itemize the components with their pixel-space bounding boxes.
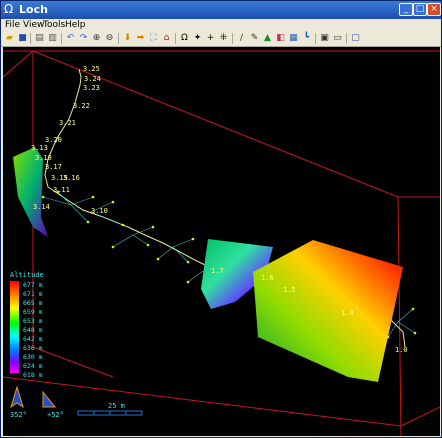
- title-bar[interactable]: Ω Loch _ □ ×: [1, 1, 441, 19]
- passage-walls: [13, 147, 403, 382]
- legend-value: 653 m: [23, 317, 43, 325]
- tilt-indicator-icon: [42, 390, 57, 408]
- station-label: 3.16: [63, 174, 80, 182]
- tilt-value: +52°: [47, 411, 64, 419]
- station-label: 1.5: [283, 286, 296, 294]
- undo-icon[interactable]: ↶: [65, 33, 76, 44]
- station-label: 3.14: [33, 203, 50, 211]
- window-title: Loch: [19, 3, 48, 16]
- loch-window: Ω Loch _ □ × File View Tools Help ▰ ■ ▤ …: [0, 0, 442, 438]
- home-icon[interactable]: ⌂: [161, 33, 172, 44]
- arrow-down-icon[interactable]: ⬇: [122, 33, 133, 44]
- zoom-in-icon[interactable]: ⊕: [91, 33, 102, 44]
- print-icon[interactable]: ▤: [34, 33, 45, 44]
- fit-icon[interactable]: ⛶: [148, 33, 159, 44]
- station-label: 3.23: [83, 84, 100, 92]
- maximize-button[interactable]: □: [413, 3, 427, 16]
- loch-app-icon: Ω: [4, 2, 14, 16]
- toolbar: ▰ ■ ▤ ▥ ↶ ↷ ⊕ ⊖ ⬇ ➡ ⛶ ⌂ Ω ✦ + ⁜ / ✎ ▲ ◧ …: [1, 32, 441, 47]
- station-label: 3.25: [83, 65, 100, 73]
- station-label: 3.20: [45, 136, 62, 144]
- terrain-icon[interactable]: ▲: [262, 33, 273, 44]
- menu-view[interactable]: View: [23, 20, 44, 30]
- legend-value: 624 m: [23, 362, 43, 370]
- cave-survey-render: 3.25 3.24 3.23 3.22 3.21 3.20 3.13 3.18 …: [3, 50, 440, 436]
- print-preview-icon[interactable]: ▥: [47, 33, 58, 44]
- legend-title: Altitude: [10, 271, 44, 279]
- legend-value: 659 m: [23, 308, 43, 316]
- legend-value: 665 m: [23, 299, 43, 307]
- compass-arrow-icon: [10, 385, 24, 409]
- arrow-right-icon[interactable]: ➡: [135, 33, 146, 44]
- open-icon[interactable]: ▰: [4, 33, 15, 44]
- measure-icon[interactable]: ⁜: [218, 33, 229, 44]
- info-icon[interactable]: ▭: [332, 33, 343, 44]
- station-label: 3.21: [59, 119, 76, 127]
- legend-value: 618 m: [23, 371, 43, 379]
- legend-value: 636 m: [23, 344, 43, 352]
- station-label: 1.6: [261, 274, 274, 282]
- color-icon[interactable]: ◧: [275, 33, 286, 44]
- menu-help[interactable]: Help: [65, 20, 86, 30]
- station-label: 3.10: [91, 207, 108, 215]
- altitude-legend: Altitude 677 m 671 m 665 m 659 m 653 m 6…: [10, 271, 44, 379]
- station-label: 3.22: [73, 102, 90, 110]
- legend-value: 630 m: [23, 353, 43, 361]
- station-labels: 3.25 3.24 3.23 3.22 3.21 3.20 3.13 3.18 …: [31, 65, 408, 354]
- station-label: 1.0: [395, 346, 408, 354]
- ruler-icon[interactable]: ✎: [249, 33, 260, 44]
- legend-value: 671 m: [23, 290, 43, 298]
- legend-value: 648 m: [23, 326, 43, 334]
- zoom-out-icon[interactable]: ⊖: [104, 33, 115, 44]
- station-label: 3.24: [84, 75, 101, 83]
- omega-icon[interactable]: Ω: [179, 33, 190, 44]
- station-label: 3.17: [45, 163, 62, 171]
- pen-icon[interactable]: /: [236, 33, 247, 44]
- close-button[interactable]: ×: [427, 3, 441, 16]
- minimize-button[interactable]: _: [399, 3, 413, 16]
- menu-file[interactable]: File: [5, 20, 20, 30]
- plus-icon[interactable]: +: [205, 33, 216, 44]
- save-icon[interactable]: ■: [17, 33, 28, 44]
- chart-icon[interactable]: ┗: [301, 33, 312, 44]
- crosshair-icon[interactable]: ✦: [192, 33, 203, 44]
- compass-bearing: 352°: [10, 411, 27, 419]
- menu-tools[interactable]: Tools: [43, 20, 65, 30]
- window-icon[interactable]: ▢: [350, 33, 361, 44]
- station-label: 1.4: [341, 309, 354, 317]
- legend-value: 642 m: [23, 335, 43, 343]
- station-label: 3.13: [31, 144, 48, 152]
- scale-bar: 25 m: [77, 402, 143, 416]
- station-label: 1.7: [211, 267, 224, 275]
- legend-value: 677 m: [23, 281, 43, 289]
- film-icon[interactable]: ▣: [319, 33, 330, 44]
- station-label: 3.11: [53, 186, 70, 194]
- legend-colorbar: [10, 281, 19, 373]
- station-label: 3.18: [35, 154, 52, 162]
- layers-icon[interactable]: ▦: [288, 33, 299, 44]
- compass-indicator: 352° +52°: [10, 385, 64, 419]
- redo-icon[interactable]: ↷: [78, 33, 89, 44]
- menu-bar: File View Tools Help: [1, 19, 441, 32]
- 3d-cave-viewport[interactable]: 3.25 3.24 3.23 3.22 3.21 3.20 3.13 3.18 …: [3, 47, 440, 436]
- scale-label: 25 m: [108, 402, 125, 410]
